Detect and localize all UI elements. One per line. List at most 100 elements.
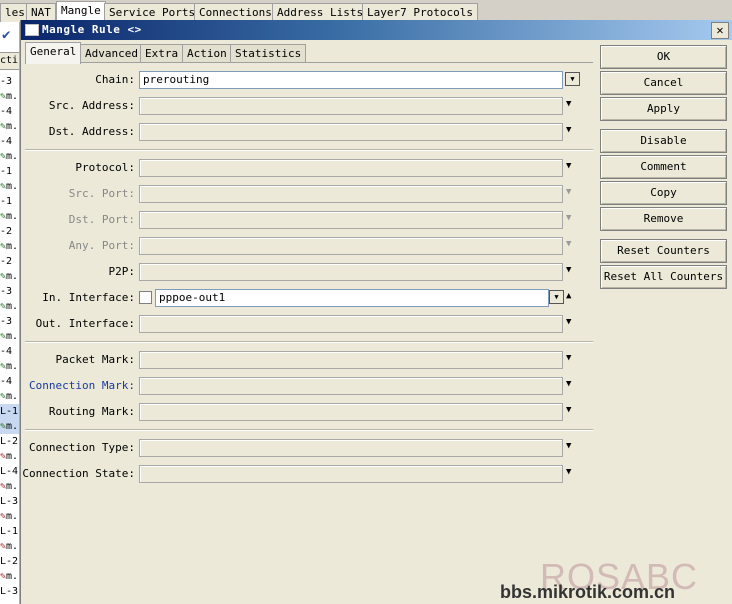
connection-type-field[interactable]	[139, 439, 563, 457]
list-item[interactable]: ✎m.	[0, 269, 19, 284]
list-item[interactable]: -4	[0, 344, 19, 359]
apply-button[interactable]: Apply	[600, 97, 727, 121]
list-item-label: m.	[6, 481, 19, 492]
copy-button[interactable]: Copy	[600, 181, 727, 205]
in-interface-collapse-icon[interactable]: ▲	[566, 291, 571, 301]
list-item[interactable]: -2	[0, 254, 19, 269]
list-item[interactable]: L-1	[0, 404, 19, 419]
routing-mark-expand-icon[interactable]: ▼	[566, 405, 571, 415]
in-interface-invert-checkbox[interactable]	[139, 291, 152, 304]
disable-button[interactable]: Disable	[600, 129, 727, 153]
out-interface-field[interactable]	[139, 315, 563, 333]
connection-state-expand-icon[interactable]: ▼	[566, 467, 571, 477]
list-item[interactable]: -3	[0, 284, 19, 299]
list-item[interactable]: ✎m.	[0, 539, 19, 554]
list-item[interactable]: ✎m.	[0, 569, 19, 584]
chain-row: Chain: prerouting ▼	[25, 71, 593, 89]
list-item[interactable]: L-3	[0, 584, 19, 599]
chain-dropdown-icon[interactable]: ▼	[565, 72, 580, 86]
list-item[interactable]: L-2	[0, 554, 19, 569]
protocol-field[interactable]	[139, 159, 563, 177]
tab-advanced[interactable]: Advanced	[80, 44, 143, 63]
dst-address-row: Dst. Address: ▼	[25, 123, 593, 141]
dst-address-expand-icon[interactable]: ▼	[566, 125, 571, 135]
packet-mark-row: Packet Mark: ▼	[25, 351, 593, 369]
p2p-label: P2P:	[108, 265, 136, 278]
cancel-button[interactable]: Cancel	[600, 71, 727, 95]
list-item[interactable]: ✎m.	[0, 179, 19, 194]
src-address-expand-icon[interactable]: ▼	[566, 99, 571, 109]
chain-field[interactable]: prerouting	[139, 71, 563, 89]
list-item[interactable]: L-4	[0, 464, 19, 479]
protocol-expand-icon[interactable]: ▼	[566, 161, 571, 171]
list-item[interactable]: -3	[0, 74, 19, 89]
list-item[interactable]: L-2	[0, 434, 19, 449]
list-item[interactable]: -1	[0, 194, 19, 209]
list-item[interactable]: -4	[0, 104, 19, 119]
in-interface-value: pppoe-out1	[159, 291, 226, 304]
tab-action[interactable]: Action	[182, 44, 232, 63]
tab-general[interactable]: General	[25, 42, 82, 64]
list-item[interactable]: -2	[0, 224, 19, 239]
list-item[interactable]: ✎m.	[0, 449, 19, 464]
remove-button[interactable]: Remove	[600, 207, 727, 231]
list-item-label: m.	[6, 391, 19, 402]
list-item[interactable]: -4	[0, 134, 19, 149]
separator	[25, 341, 593, 343]
list-item[interactable]: L-1	[0, 524, 19, 539]
enable-check-icon[interactable]: ✔	[2, 27, 16, 43]
packet-mark-field[interactable]	[139, 351, 563, 369]
connection-mark-expand-icon[interactable]: ▼	[566, 379, 571, 389]
comment-button[interactable]: Comment	[600, 155, 727, 179]
list-item[interactable]: ✎m.	[0, 509, 19, 524]
list-item[interactable]: ✎m.	[0, 149, 19, 164]
in-interface-field[interactable]: pppoe-out1	[155, 289, 549, 307]
background-rule-list: ✔ cti -3 ✎m. -4 ✎m. -4 ✎m. -1 ✎m. -1 ✎m. -2 ✎m. -2 ✎m…	[0, 22, 20, 604]
list-column-header: cti	[0, 52, 19, 70]
out-interface-expand-icon[interactable]: ▼	[566, 317, 571, 327]
close-icon[interactable]: ✕	[711, 22, 729, 39]
list-item[interactable]: ✎m.	[0, 329, 19, 344]
connection-mark-field[interactable]	[139, 377, 563, 395]
list-item[interactable]: ✎m.	[0, 389, 19, 404]
list-item[interactable]: ✎m.	[0, 89, 19, 104]
list-item[interactable]: -1	[0, 164, 19, 179]
list-item[interactable]: -3	[0, 314, 19, 329]
list-item-label: L-1	[0, 406, 19, 417]
tab-extra[interactable]: Extra	[140, 44, 184, 63]
p2p-field[interactable]	[139, 263, 563, 281]
reset-all-counters-button[interactable]: Reset All Counters	[600, 265, 727, 289]
list-item[interactable]: ✎m.	[0, 209, 19, 224]
p2p-expand-icon[interactable]: ▼	[566, 265, 571, 275]
ok-button[interactable]: OK	[600, 45, 727, 69]
src-port-row: Src. Port: ▼	[25, 185, 593, 203]
tab-statistics[interactable]: Statistics	[230, 44, 307, 63]
connection-state-field[interactable]	[139, 465, 563, 483]
src-address-field[interactable]	[139, 97, 563, 115]
list-item-label: m.	[6, 151, 19, 162]
list-item[interactable]: ✎m.	[0, 119, 19, 134]
dst-address-field[interactable]	[139, 123, 563, 141]
list-item[interactable]: ✎m.	[0, 359, 19, 374]
connection-type-label: Connection Type:	[29, 441, 135, 454]
list-item[interactable]: ✎m.	[0, 239, 19, 254]
list-item[interactable]: ✎m.	[0, 479, 19, 494]
routing-mark-field[interactable]	[139, 403, 563, 421]
list-item[interactable]: ✎m.	[0, 419, 19, 434]
list-item[interactable]: L-3	[0, 494, 19, 509]
list-item-label: -4	[0, 136, 13, 147]
in-interface-dropdown-icon[interactable]: ▼	[549, 290, 564, 304]
list-item-label: L-3	[0, 586, 19, 597]
list-item[interactable]: ✎m.	[0, 299, 19, 314]
dialog-titlebar[interactable]: Mangle Rule <> ✕	[21, 20, 732, 40]
list-item[interactable]: -4	[0, 374, 19, 389]
dialog-title: Mangle Rule <>	[42, 23, 142, 36]
connection-state-row: Connection State: ▼	[22, 465, 593, 483]
list-item-label: m.	[6, 301, 19, 312]
reset-counters-button[interactable]: Reset Counters	[600, 239, 727, 263]
list-item-label: -2	[0, 256, 13, 267]
connection-type-expand-icon[interactable]: ▼	[566, 441, 571, 451]
packet-mark-expand-icon[interactable]: ▼	[566, 353, 571, 363]
p2p-row: P2P: ▼	[25, 263, 593, 281]
list-item-label: m.	[6, 361, 19, 372]
